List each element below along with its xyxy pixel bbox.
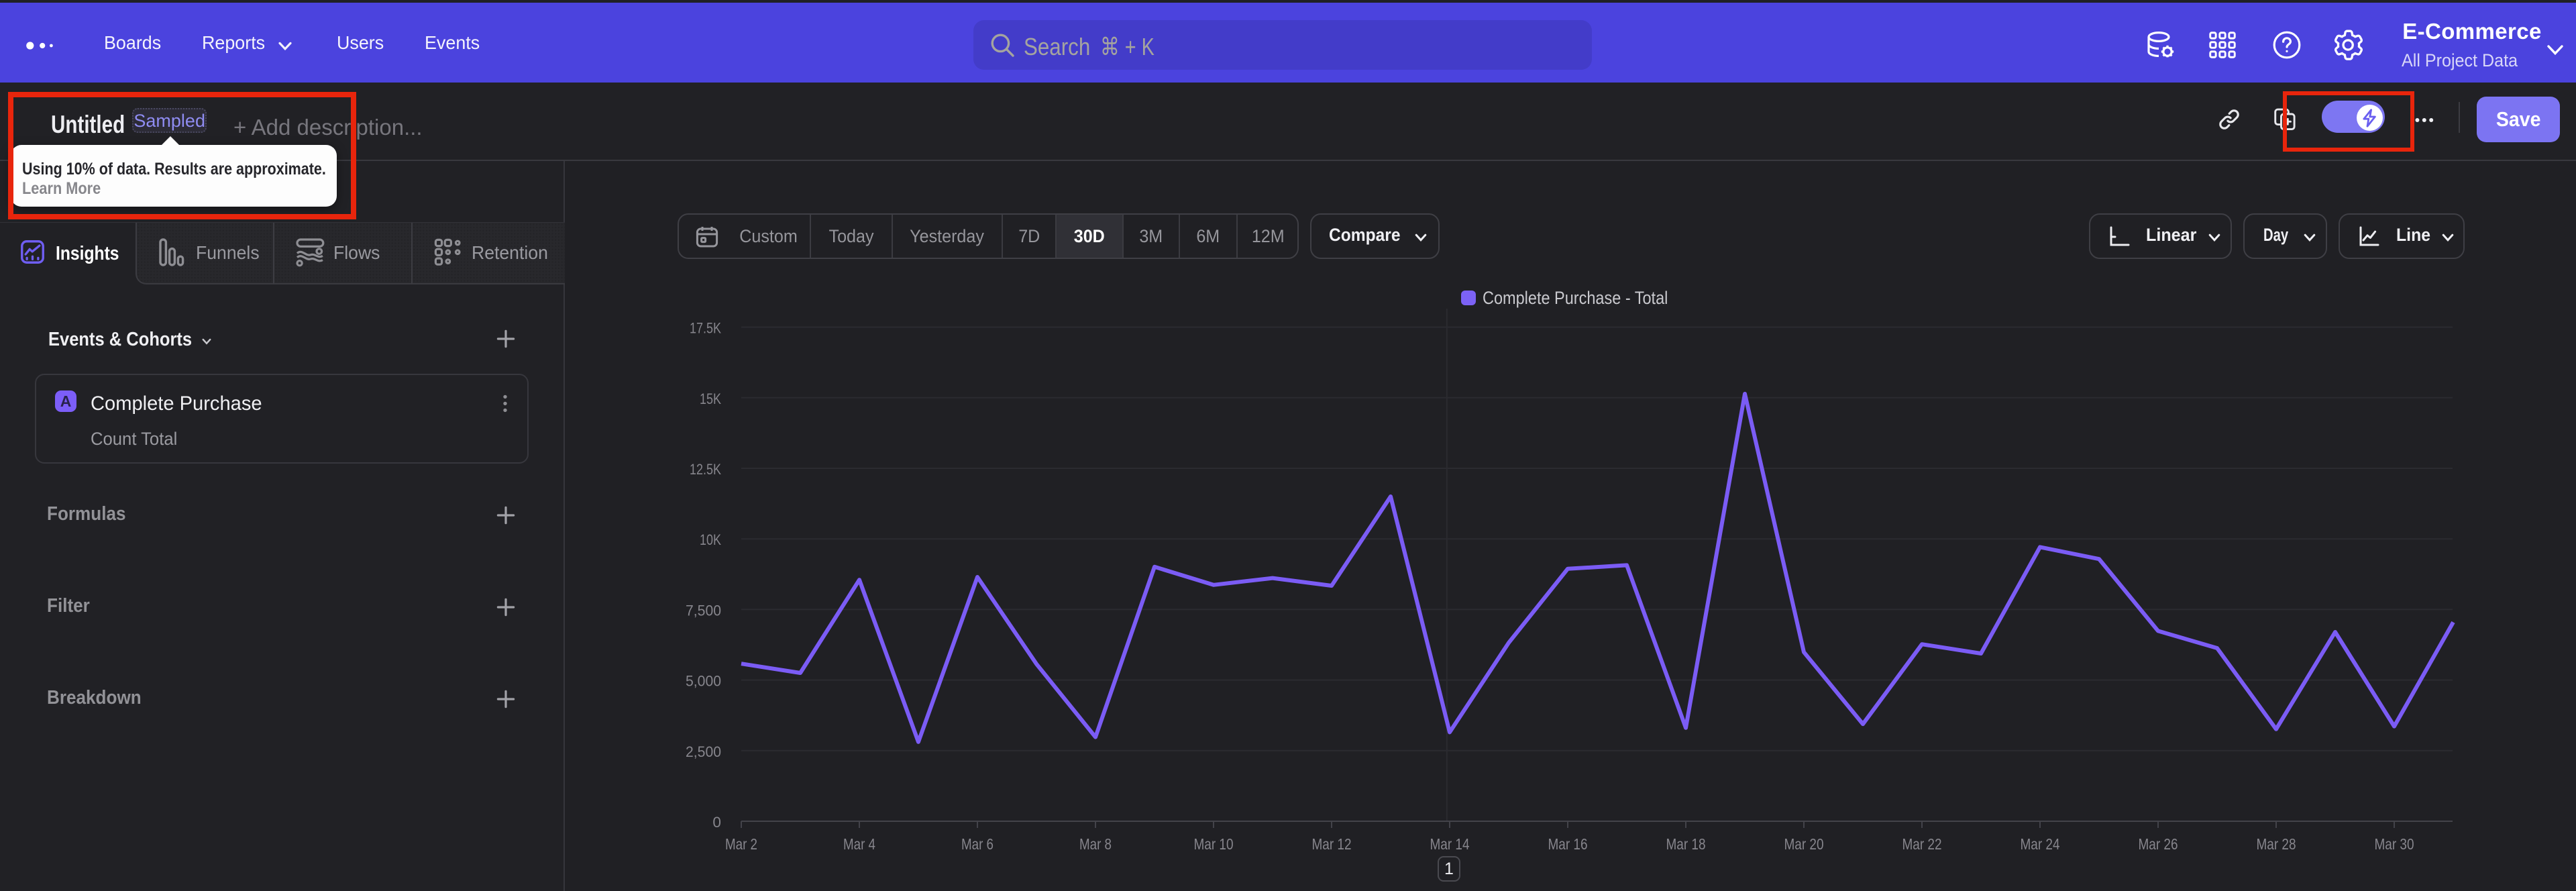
svg-text:5,000: 5,000 [686, 673, 721, 690]
svg-text:Mar 4: Mar 4 [843, 835, 875, 853]
svg-text:Mar 30: Mar 30 [2375, 835, 2414, 853]
svg-text:2,500: 2,500 [686, 743, 721, 760]
svg-text:12.5K: 12.5K [690, 461, 721, 478]
svg-text:Mar 28: Mar 28 [2257, 835, 2296, 853]
svg-text:Mar 8: Mar 8 [1079, 835, 1112, 853]
svg-text:Mar 18: Mar 18 [1666, 835, 1706, 853]
svg-text:Mar 22: Mar 22 [1902, 835, 1942, 853]
svg-text:Mar 26: Mar 26 [2139, 835, 2178, 853]
svg-text:10K: 10K [700, 531, 721, 548]
svg-text:17.5K: 17.5K [690, 320, 721, 337]
svg-text:15K: 15K [700, 390, 721, 407]
svg-text:7,500: 7,500 [686, 602, 721, 619]
svg-text:Mar 14: Mar 14 [1430, 835, 1470, 853]
svg-text:Mar 16: Mar 16 [1548, 835, 1588, 853]
svg-text:Mar 10: Mar 10 [1194, 835, 1234, 853]
svg-text:Mar 6: Mar 6 [961, 835, 994, 853]
svg-text:1: 1 [1444, 859, 1454, 878]
svg-text:0: 0 [712, 814, 721, 831]
svg-text:Mar 12: Mar 12 [1312, 835, 1352, 853]
svg-text:Mar 24: Mar 24 [2021, 835, 2060, 853]
svg-text:Mar 2: Mar 2 [725, 835, 757, 853]
svg-text:Mar 20: Mar 20 [1784, 835, 1824, 853]
